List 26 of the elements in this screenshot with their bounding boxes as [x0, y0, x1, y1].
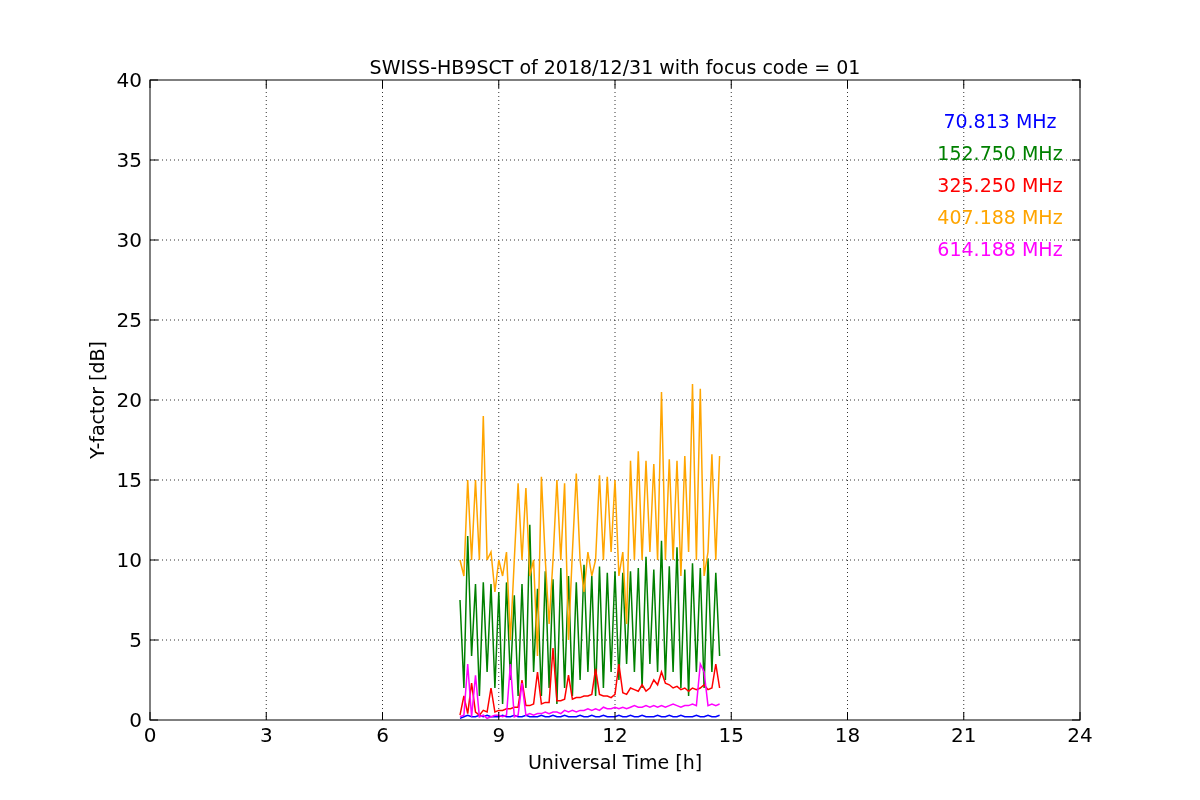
y-tick-label: 40: [116, 68, 142, 92]
y-tick-label: 5: [129, 628, 142, 652]
x-tick-label: 9: [492, 723, 506, 747]
y-axis-label: Y-factor [dB]: [86, 341, 108, 459]
x-tick-label: 6: [376, 723, 389, 747]
x-tick-label: 0: [143, 723, 157, 747]
x-tick-label: 18: [834, 723, 861, 747]
y-tick-label: 20: [116, 388, 142, 412]
legend-label: 614.188 MHz: [937, 238, 1063, 260]
x-tick-label: 3: [259, 723, 273, 747]
chart-title: SWISS-HB9SCT of 2018/12/31 with focus code = 01: [369, 56, 861, 78]
x-tick-label: 12: [602, 723, 628, 747]
legend-label: 407.188 MHz: [937, 206, 1063, 228]
y-tick-label: 35: [116, 148, 142, 172]
legend-label: 325.250 MHz: [937, 174, 1063, 196]
x-tick-label: 24: [1067, 723, 1093, 747]
x-tick-label: 21: [951, 723, 977, 747]
y-tick-label: 10: [116, 548, 142, 572]
y-tick-label: 15: [116, 468, 142, 492]
y-tick-label: 0: [129, 708, 142, 732]
legend-label: 152.750 MHz: [937, 142, 1063, 164]
legend-label: 70.813 MHz: [943, 110, 1057, 132]
x-tick-label: 15: [718, 723, 744, 747]
y-tick-label: 30: [116, 228, 142, 252]
y-tick-label: 25: [116, 308, 142, 332]
x-axis-label: Universal Time [h]: [527, 751, 703, 773]
